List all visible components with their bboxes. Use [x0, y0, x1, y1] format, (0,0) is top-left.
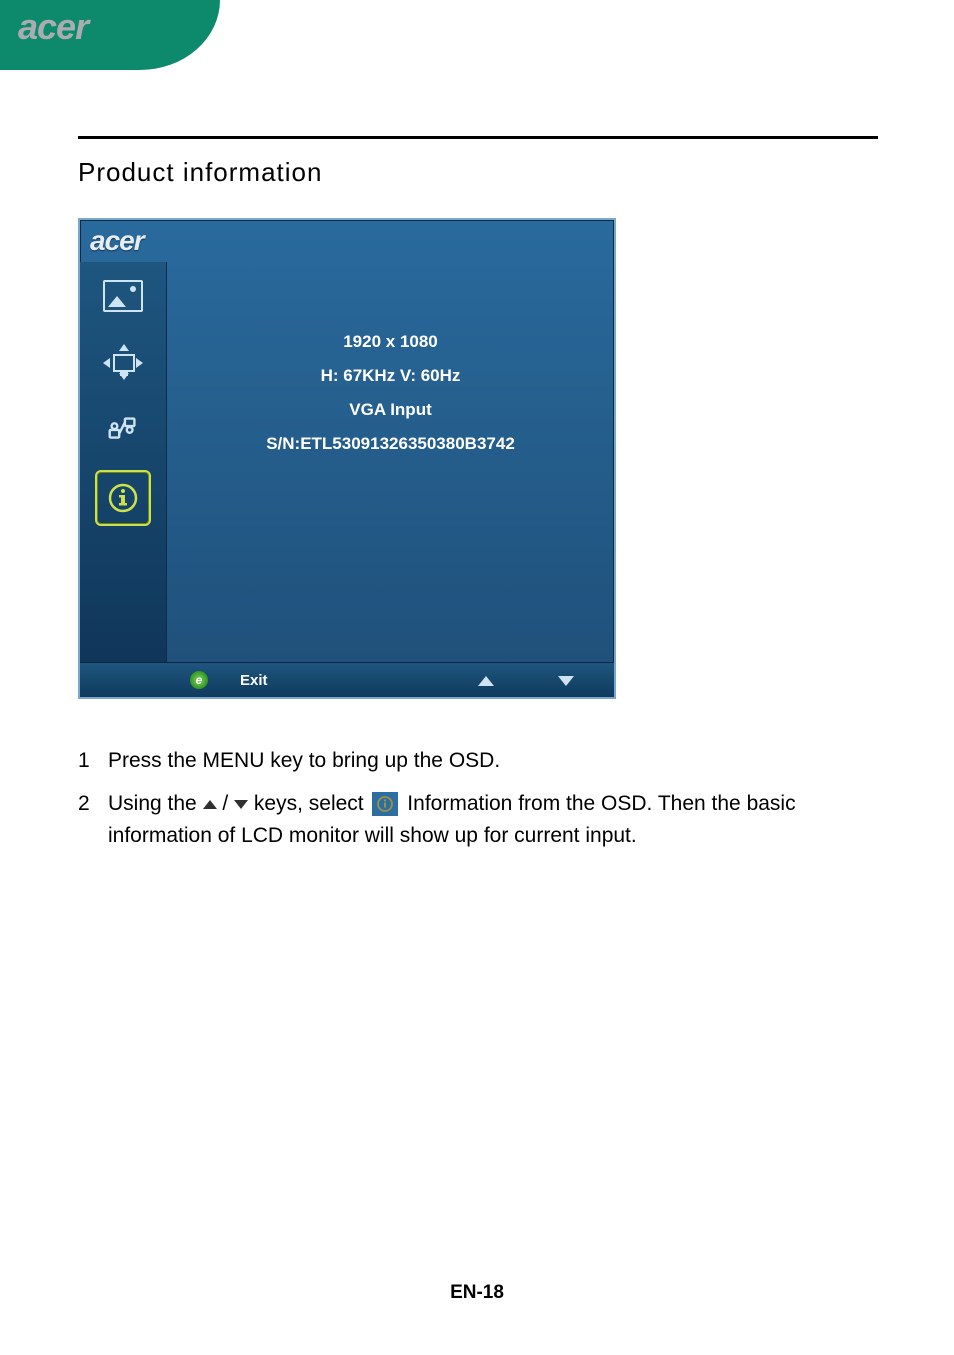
settings-icon[interactable]	[99, 404, 147, 452]
empowering-icon[interactable]: e	[190, 671, 208, 689]
text-fragment: /	[217, 792, 235, 815]
page-content: Product information acer	[78, 136, 878, 863]
frequency-value: H: 67KHz V: 60Hz	[321, 366, 461, 386]
instruction-list: 1 Press the MENU key to bring up the OSD…	[78, 745, 878, 853]
osd-header: acer	[80, 220, 614, 262]
osd-sidebar	[80, 262, 167, 662]
instruction-number: 1	[78, 745, 108, 778]
header-swoosh: acer	[0, 0, 220, 70]
instruction-item-2: 2 Using the / keys, select Information f…	[78, 788, 878, 853]
instruction-item-1: 1 Press the MENU key to bring up the OSD…	[78, 745, 878, 778]
text-fragment: keys, select	[248, 792, 369, 815]
brand-logo: acer	[18, 6, 88, 48]
osd-info-pane: 1920 x 1080 H: 67KHz V: 60Hz VGA Input S…	[167, 262, 614, 662]
page-number: EN-18	[0, 1282, 954, 1304]
osd-brand-logo: acer	[90, 225, 144, 257]
inline-info-icon	[372, 792, 398, 816]
instruction-text: Using the / keys, select Information fro…	[108, 788, 878, 853]
down-triangle-icon	[234, 800, 248, 809]
down-arrow-icon[interactable]	[558, 676, 574, 686]
osd-body: 1920 x 1080 H: 67KHz V: 60Hz VGA Input S…	[80, 262, 614, 662]
horizontal-rule	[78, 136, 878, 139]
up-arrow-icon[interactable]	[478, 676, 494, 686]
input-value: VGA Input	[349, 400, 431, 420]
instruction-number: 2	[78, 788, 108, 853]
osd-footer: e Exit	[80, 662, 614, 697]
text-fragment: Using the	[108, 792, 203, 815]
info-icon[interactable]	[95, 470, 151, 526]
instruction-text: Press the MENU key to bring up the OSD.	[108, 745, 500, 778]
section-title: Product information	[78, 157, 878, 188]
osd-panel: acer	[78, 218, 616, 699]
exit-label[interactable]: Exit	[240, 672, 268, 689]
resolution-value: 1920 x 1080	[343, 332, 438, 352]
serial-value: S/N:ETL53091326350380B3742	[266, 434, 515, 454]
position-icon[interactable]	[99, 338, 147, 386]
picture-icon[interactable]	[99, 272, 147, 320]
up-triangle-icon	[203, 800, 217, 809]
